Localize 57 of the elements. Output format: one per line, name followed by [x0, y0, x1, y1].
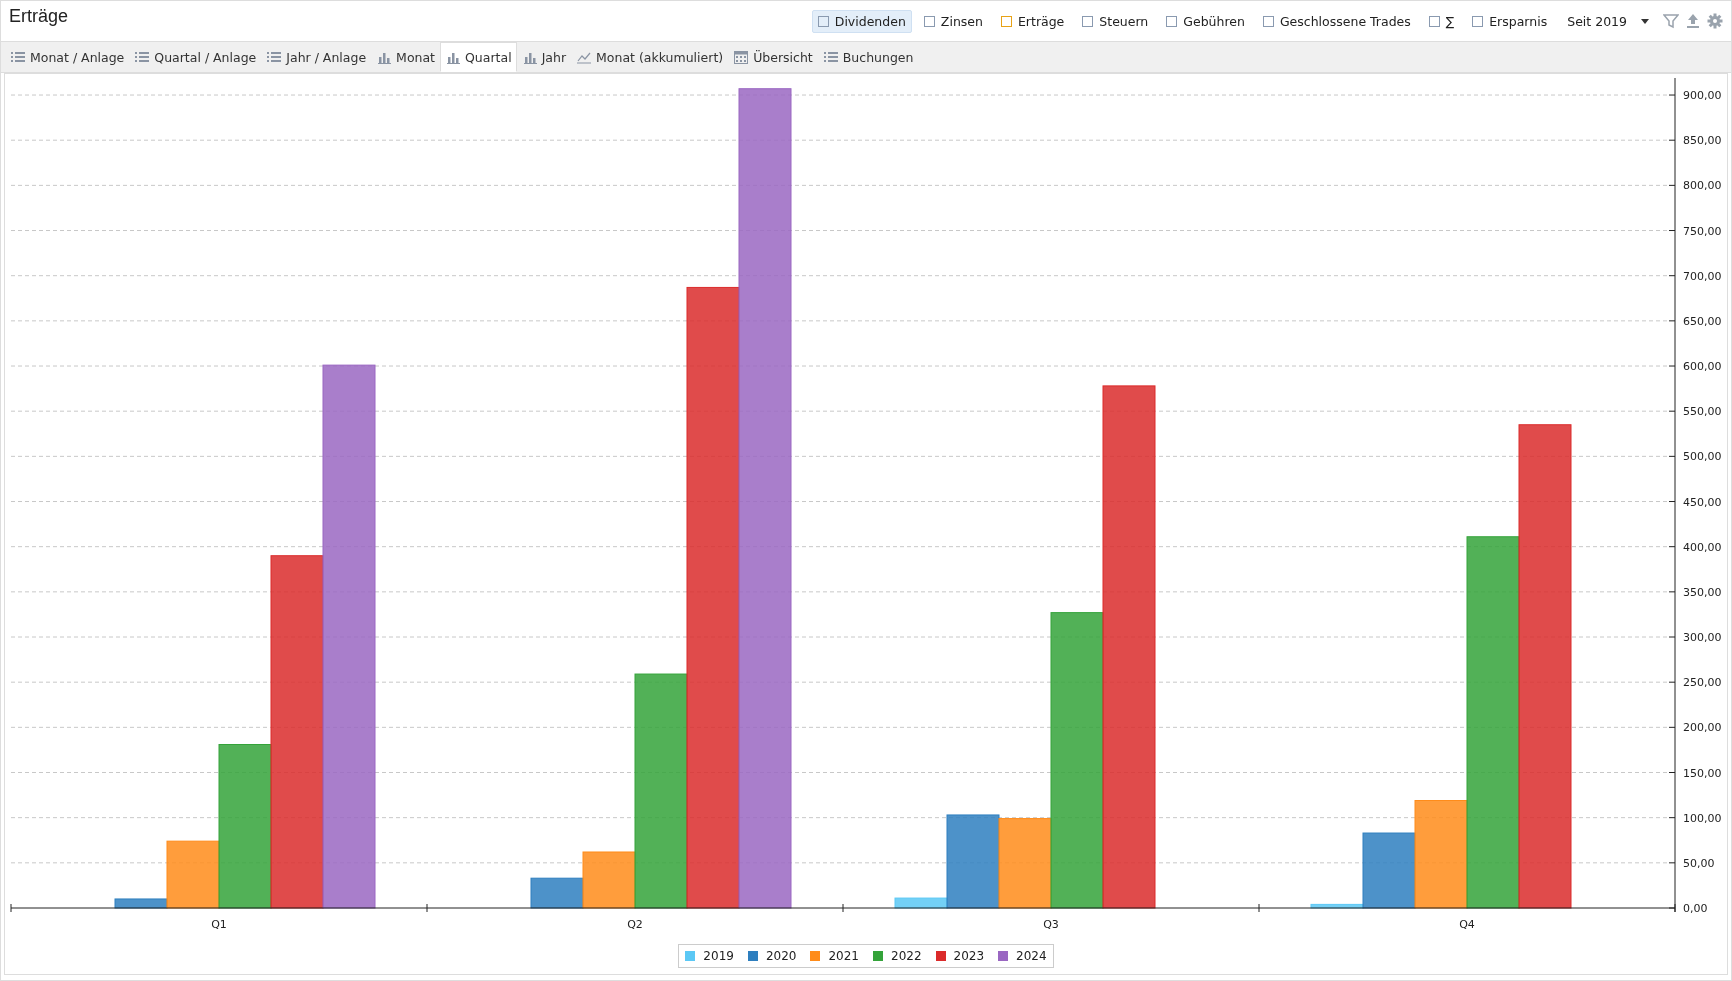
list-icon: [134, 49, 151, 65]
axis-tick-label: 150,00: [1683, 766, 1722, 780]
axis-tick-label: 900,00: [1683, 89, 1722, 103]
upload-icon[interactable]: [1685, 13, 1701, 29]
axis-tick-label: 600,00: [1683, 360, 1722, 373]
axis-tick-label: 650,00: [1683, 314, 1722, 328]
filter-toggle[interactable]: ∑: [1422, 9, 1461, 33]
tab[interactable]: Monat: [371, 42, 441, 72]
tab[interactable]: Buchungen: [817, 42, 919, 72]
axis-tick-label: 450,00: [1683, 495, 1722, 509]
filter-toggle[interactable]: Erträge: [994, 9, 1071, 33]
axis-tick-label: 850,00: [1683, 134, 1722, 148]
axis-tick-label: 750,00: [1683, 224, 1722, 238]
category-label: Q4: [1459, 918, 1475, 931]
tab[interactable]: Jahr / Anlage: [261, 42, 372, 72]
filter-toggle[interactable]: Gebühren: [1160, 9, 1251, 33]
list-icon: [10, 49, 26, 65]
tab[interactable]: Monat / Anlage: [5, 42, 130, 72]
tab[interactable]: Quartal / Anlage: [129, 42, 262, 72]
window-title: Erträge: [9, 5, 69, 27]
filter-toggle[interactable]: Zinsen: [917, 9, 989, 33]
axis-tick-label: 50,00: [1683, 856, 1715, 870]
axis-tick-label: 500,00: [1683, 450, 1722, 464]
tab[interactable]: Quartal: [440, 42, 517, 72]
category-label: Q3: [1043, 918, 1059, 931]
category-label: Q2: [627, 918, 643, 931]
caret-icon: [1641, 18, 1649, 24]
axis-tick-label: 700,00: [1683, 269, 1722, 283]
axis-tick-label: 550,00: [1683, 405, 1722, 419]
tab[interactable]: Jahr: [516, 42, 572, 72]
list-icon: [822, 49, 839, 65]
filter-toggle[interactable]: Dividenden: [811, 9, 912, 33]
legend-label: 2023: [953, 949, 985, 963]
axis-tick-label: 0,00: [1683, 902, 1708, 915]
legend-label: 2021: [828, 949, 859, 963]
settings-icon[interactable]: [1707, 13, 1723, 29]
axis-tick-label: 100,00: [1683, 811, 1722, 825]
tab[interactable]: Monat (akkumuliert): [571, 42, 729, 72]
tab[interactable]: Übersicht: [728, 42, 818, 72]
filter-toggle[interactable]: Steuern: [1076, 9, 1155, 33]
axis-tick-label: 200,00: [1683, 721, 1722, 735]
period-dropdown[interactable]: Seit 2019: [1559, 10, 1657, 32]
calendar-icon: [733, 49, 750, 65]
axis-tick-label: 300,00: [1683, 631, 1722, 644]
legend-label: 2022: [891, 949, 922, 963]
legend-label: 2024: [1016, 949, 1047, 963]
axis-tick-label: 400,00: [1683, 540, 1722, 554]
legend-label: 2019: [703, 949, 734, 963]
filter-icon[interactable]: [1663, 13, 1679, 29]
filter-toggle[interactable]: Ersparnis: [1466, 9, 1554, 33]
filter-toggle[interactable]: Geschlossene Trades: [1256, 9, 1417, 33]
category-label: Q1: [211, 918, 227, 931]
legend-label: 2020: [765, 949, 797, 963]
axis-tick-label: 800,00: [1683, 179, 1722, 193]
list-icon: [266, 49, 283, 65]
axis-tick-label: 250,00: [1683, 676, 1722, 690]
axis-tick-label: 350,00: [1683, 585, 1722, 599]
